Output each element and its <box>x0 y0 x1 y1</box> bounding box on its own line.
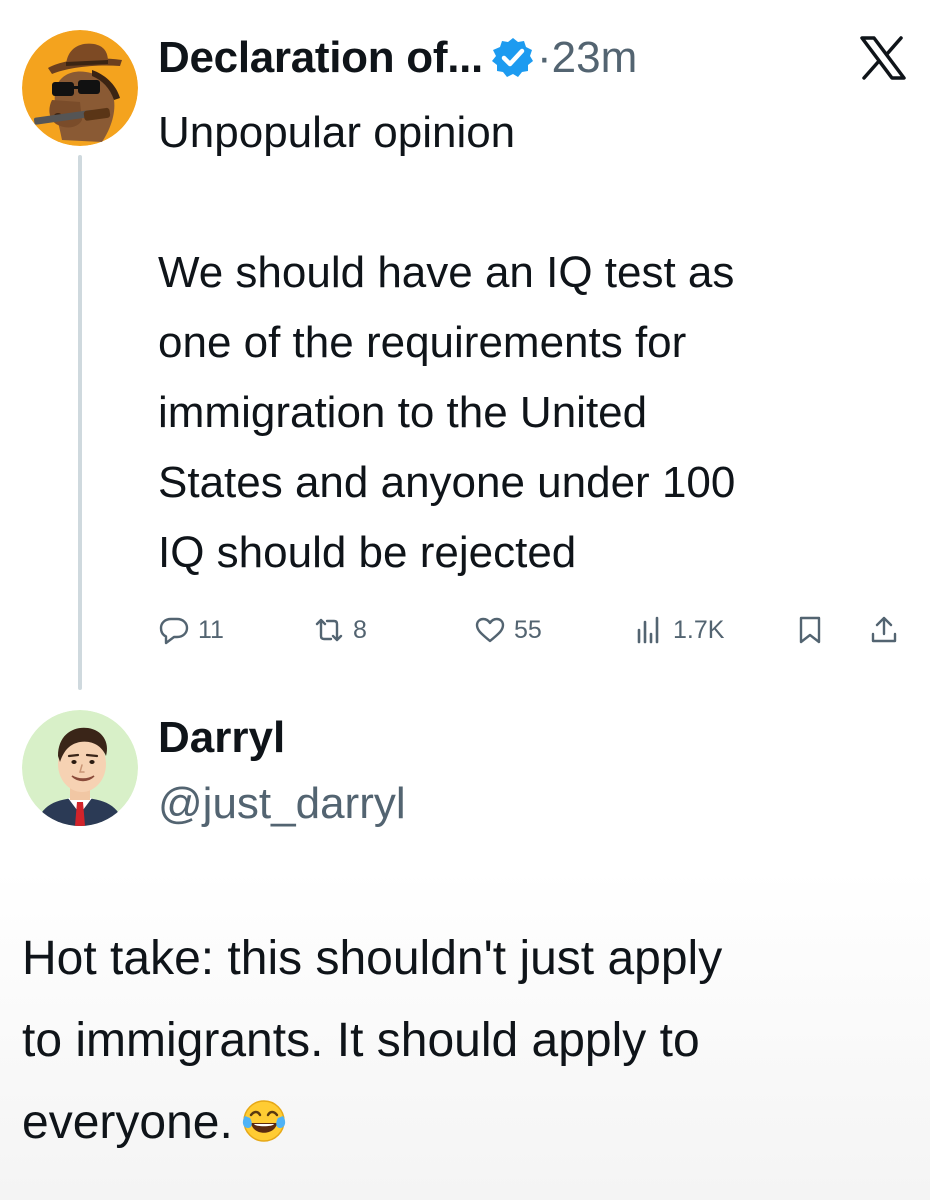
like-count: 55 <box>514 615 542 644</box>
reply-count: 11 <box>198 615 224 644</box>
thread-connector-line <box>78 155 82 690</box>
post-text: Unpopular opinion We should have an IQ t… <box>158 108 736 577</box>
views-count: 1.7K <box>673 615 725 644</box>
reply-author-display-name[interactable]: Darryl <box>158 710 285 766</box>
reply-author-avatar[interactable] <box>22 710 138 826</box>
like-button[interactable]: 55 <box>474 610 542 650</box>
share-upload-icon <box>868 614 900 646</box>
repost-button[interactable]: 8 <box>313 610 367 650</box>
post-header: Declaration of... · 23m <box>158 28 637 88</box>
heart-icon <box>474 614 506 646</box>
post-timestamp[interactable]: 23m <box>552 33 638 83</box>
reply-button[interactable]: 11 <box>158 610 224 650</box>
bar-chart-icon <box>633 614 665 646</box>
tears-of-joy-emoji-icon <box>241 1098 287 1144</box>
x-logo-icon <box>860 36 906 80</box>
views-button[interactable]: 1.7K <box>633 610 724 650</box>
post-action-bar: 11 8 55 1.7K <box>158 610 918 650</box>
author-display-name[interactable]: Declaration of... <box>158 33 483 83</box>
reply-text: Hot take: this shouldn't just apply to i… <box>22 932 723 1149</box>
bookmark-icon <box>794 614 826 646</box>
header-separator: · <box>536 33 552 82</box>
repost-icon <box>313 614 345 646</box>
author-avatar[interactable] <box>22 30 138 146</box>
repost-count: 8 <box>353 615 367 644</box>
share-button[interactable] <box>868 610 900 650</box>
reply-author-handle[interactable]: @just_darryl <box>158 776 406 832</box>
reply-text-block: Hot take: this shouldn't just apply to i… <box>22 918 912 1164</box>
verified-badge-icon <box>491 36 535 80</box>
reply-bubble-icon <box>158 614 190 646</box>
bookmark-button[interactable] <box>794 610 826 650</box>
